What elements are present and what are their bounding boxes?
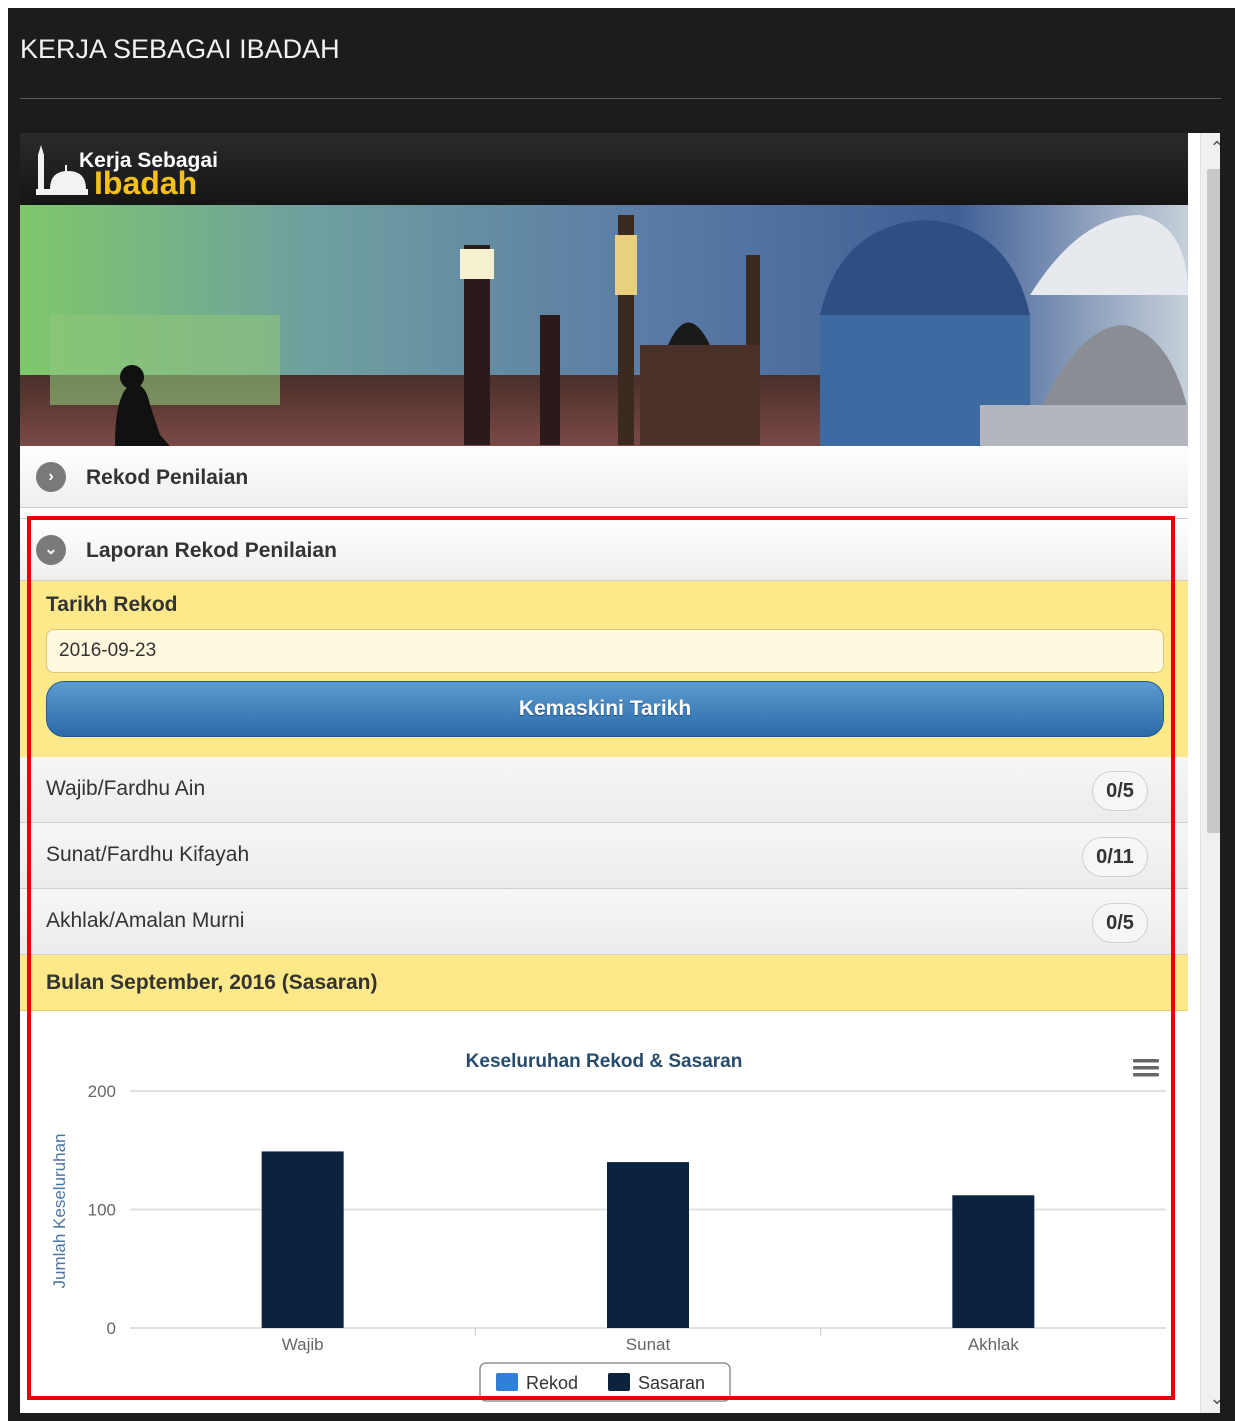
chevron-down-icon: ⌄ xyxy=(36,535,66,565)
y-tick-label: 0 xyxy=(107,1319,116,1338)
month-header: Bulan September, 2016 (Sasaran) xyxy=(46,971,378,994)
window-title: KERJA SEBAGAI IBADAH xyxy=(20,34,340,64)
y-axis-label: Jumlah Keseluruhan xyxy=(50,1134,69,1289)
hamburger-menu-icon[interactable] xyxy=(1132,1055,1160,1083)
bar-sasaran-wajib[interactable] xyxy=(261,1151,344,1328)
legend-label: Rekod xyxy=(526,1373,578,1393)
x-tick-label: Sunat xyxy=(626,1335,671,1354)
rekod-penilaian-collapsible[interactable]: › Rekod Penilaian xyxy=(20,446,1188,508)
bar-chart: Keseluruhan Rekod & Sasaran Jumlah Kesel… xyxy=(50,1051,1166,1402)
chart-title: Keseluruhan Rekod & Sasaran xyxy=(466,1051,743,1072)
y-tick-label: 100 xyxy=(88,1201,116,1220)
content-frame: Kerja Sebagai Ibadah › Rekod Penilaian ⌄… xyxy=(20,133,1220,1413)
x-tick-label: Akhlak xyxy=(968,1335,1020,1354)
mosque-banner-image xyxy=(20,205,1188,446)
date-input[interactable] xyxy=(46,629,1164,673)
laporan-rekod-penilaian-label: Laporan Rekod Penilaian xyxy=(86,539,337,562)
count-badge: 0/5 xyxy=(1092,771,1148,811)
scroll-down-icon[interactable]: ⌄ xyxy=(1201,1383,1220,1413)
list-item-wajib[interactable]: Wajib/Fardhu Ain 0/5 xyxy=(20,757,1188,823)
app-window: KERJA SEBAGAI IBADAH Kerja Sebagai Ibada… xyxy=(8,8,1235,1421)
chevron-right-icon: › xyxy=(36,462,66,492)
bar-sasaran-akhlak[interactable] xyxy=(952,1195,1035,1328)
date-label: Tarikh Rekod xyxy=(46,593,178,616)
count-badge: 0/11 xyxy=(1082,837,1148,877)
laporan-rekod-penilaian-collapsible[interactable]: ⌄ Laporan Rekod Penilaian xyxy=(20,518,1188,581)
app-header: Kerja Sebagai Ibadah xyxy=(20,133,1188,205)
list-item-akhlak[interactable]: Akhlak/Amalan Murni 0/5 xyxy=(20,889,1188,955)
legend-swatch xyxy=(608,1373,630,1391)
legend-item-sasaran[interactable]: Sasaran xyxy=(608,1373,705,1393)
y-tick-label: 200 xyxy=(88,1082,116,1101)
scroll-up-icon[interactable]: ⌃ xyxy=(1201,133,1220,163)
logo-text-bottom: Ibadah xyxy=(94,165,198,201)
vertical-scrollbar[interactable]: ⌃ ⌄ xyxy=(1200,133,1220,1413)
category-label: Sunat/Fardhu Kifayah xyxy=(46,843,250,866)
month-header-bar: Bulan September, 2016 (Sasaran) xyxy=(20,955,1188,1011)
title-divider xyxy=(20,98,1221,99)
app-logo[interactable]: Kerja Sebagai Ibadah xyxy=(32,141,252,201)
x-tick-label: Wajib xyxy=(282,1335,324,1354)
chart-container: Keseluruhan Rekod & Sasaran Jumlah Kesel… xyxy=(20,1011,1188,1413)
legend-item-rekod[interactable]: Rekod xyxy=(496,1373,578,1393)
legend-swatch xyxy=(496,1373,518,1391)
date-form: Tarikh Rekod Kemaskini Tarikh xyxy=(20,581,1188,757)
scrollbar-thumb[interactable] xyxy=(1207,169,1220,833)
update-date-button[interactable]: Kemaskini Tarikh xyxy=(46,681,1164,737)
bar-sasaran-sunat[interactable] xyxy=(607,1162,689,1328)
legend-label: Sasaran xyxy=(638,1373,705,1393)
category-label: Akhlak/Amalan Murni xyxy=(46,909,245,932)
count-badge: 0/5 xyxy=(1092,903,1148,943)
rekod-penilaian-label: Rekod Penilaian xyxy=(86,466,249,489)
category-label: Wajib/Fardhu Ain xyxy=(46,777,206,800)
list-item-sunat[interactable]: Sunat/Fardhu Kifayah 0/11 xyxy=(20,823,1188,889)
